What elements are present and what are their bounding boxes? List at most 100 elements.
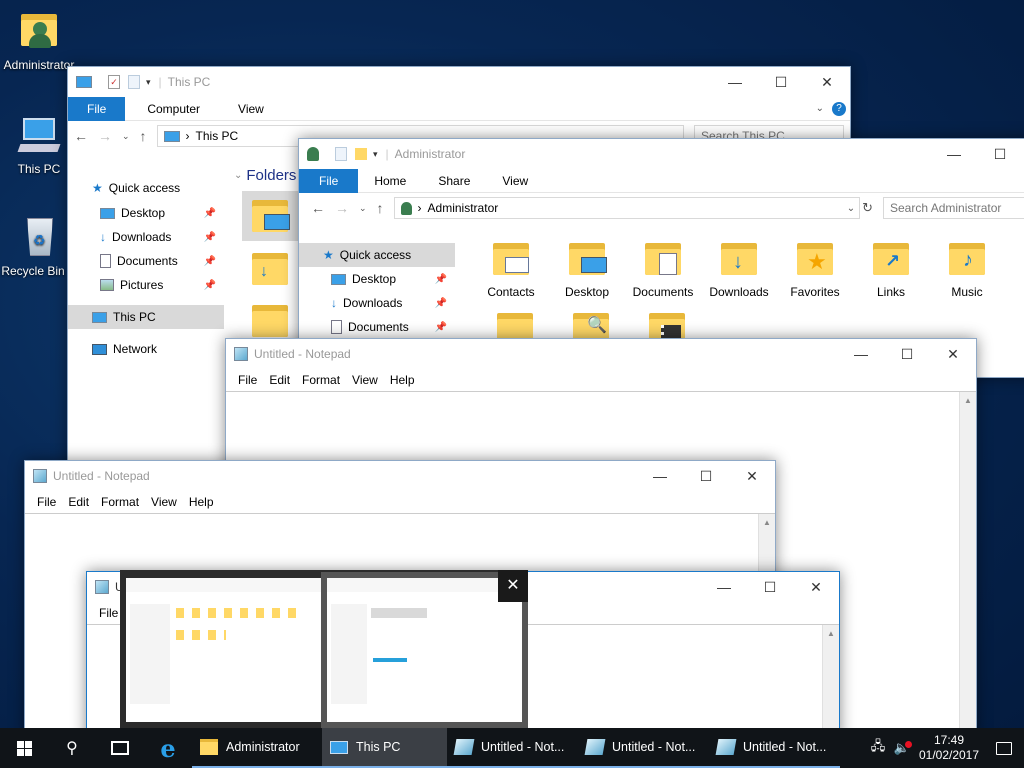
- section-header[interactable]: ⌄ Folders: [234, 167, 296, 184]
- search-input[interactable]: Search Administrator: [883, 197, 1024, 219]
- menu-edit[interactable]: Edit: [263, 373, 296, 387]
- taskbar-app-notepad-3[interactable]: Untitled - Not...: [709, 728, 840, 768]
- new-folder-icon[interactable]: [128, 75, 140, 89]
- back-icon[interactable]: ←: [74, 128, 88, 144]
- menu-format[interactable]: Format: [95, 495, 145, 509]
- maximize-button[interactable]: ☐: [747, 572, 793, 602]
- action-center-button[interactable]: [984, 728, 1024, 768]
- folder-item-contacts[interactable]: Contacts: [473, 239, 549, 299]
- scroll-up-icon[interactable]: ▲: [960, 392, 976, 409]
- pin-icon[interactable]: 📌: [204, 256, 216, 267]
- close-button[interactable]: ✕: [729, 461, 775, 491]
- up-icon[interactable]: ↑: [140, 128, 147, 144]
- taskbar-app-this-pc[interactable]: This PC: [322, 728, 447, 768]
- network-icon[interactable]: 🖧: [866, 737, 890, 759]
- address-bar[interactable]: › Administrator ⌄: [393, 197, 861, 219]
- nav-item-desktop[interactable]: Desktop 📌: [68, 201, 224, 225]
- folder-tile-pictures[interactable]: [250, 301, 290, 341]
- maximize-button[interactable]: ☐: [683, 461, 729, 491]
- chevron-down-icon[interactable]: ⌄: [816, 103, 824, 114]
- task-view-button[interactable]: [96, 728, 144, 768]
- vertical-scrollbar[interactable]: ▲: [959, 392, 976, 737]
- folder-item-documents[interactable]: Documents: [625, 239, 701, 299]
- menu-view[interactable]: View: [145, 495, 183, 509]
- start-button[interactable]: [0, 728, 48, 768]
- nav-item-downloads[interactable]: ↓ Downloads 📌: [68, 225, 224, 249]
- menu-file[interactable]: File: [31, 495, 62, 509]
- title-bar[interactable]: Untitled - Notepad — ☐ ✕: [226, 339, 976, 369]
- nav-item-documents[interactable]: Documents 📌: [299, 315, 455, 339]
- chevron-down-icon[interactable]: ▾: [373, 149, 378, 160]
- search-button[interactable]: ⚲: [48, 728, 96, 768]
- back-icon[interactable]: ←: [311, 200, 325, 216]
- close-button[interactable]: ✕: [804, 67, 850, 97]
- properties-icon[interactable]: [335, 147, 347, 161]
- pin-icon[interactable]: 📌: [204, 280, 216, 291]
- pin-icon[interactable]: 📌: [435, 298, 447, 309]
- menu-file[interactable]: File: [232, 373, 263, 387]
- breadcrumb[interactable]: Administrator: [428, 201, 499, 215]
- chevron-down-icon[interactable]: ▾: [146, 77, 151, 88]
- tab-view[interactable]: View: [222, 97, 280, 121]
- nav-item-this-pc[interactable]: This PC: [68, 305, 224, 329]
- volume-muted-icon[interactable]: 🔈: [890, 740, 914, 756]
- new-folder-icon[interactable]: [355, 148, 367, 160]
- folder-item-favorites[interactable]: ★ Favorites: [777, 239, 853, 299]
- menu-view[interactable]: View: [346, 373, 384, 387]
- taskbar-app-notepad-2[interactable]: Untitled - Not...: [578, 728, 709, 768]
- pin-icon[interactable]: 📌: [204, 208, 216, 219]
- minimize-button[interactable]: —: [931, 139, 977, 169]
- chevron-down-icon[interactable]: ⌄: [847, 203, 855, 214]
- minimize-button[interactable]: —: [838, 339, 884, 369]
- tab-view[interactable]: View: [486, 169, 544, 193]
- forward-icon[interactable]: →: [98, 128, 112, 144]
- menu-format[interactable]: Format: [296, 373, 346, 387]
- chevron-down-icon[interactable]: ⌄: [359, 203, 367, 214]
- nav-item-downloads[interactable]: ↓ Downloads 📌: [299, 291, 455, 315]
- title-bar[interactable]: ✓ ▾ | This PC — ☐ ✕: [68, 67, 850, 97]
- menu-edit[interactable]: Edit: [62, 495, 95, 509]
- pin-icon[interactable]: 📌: [435, 274, 447, 285]
- tab-file[interactable]: File: [299, 168, 359, 193]
- desktop-icon-administrator[interactable]: Administrator: [0, 10, 78, 72]
- clock[interactable]: 17:49 01/02/2017: [914, 733, 984, 763]
- thumbnail-this-pc[interactable]: [321, 572, 528, 728]
- minimize-button[interactable]: —: [712, 67, 758, 97]
- tab-home[interactable]: Home: [358, 169, 422, 193]
- up-icon[interactable]: ↑: [377, 200, 384, 216]
- thumbnail-close-button[interactable]: ✕: [498, 570, 528, 602]
- internet-explorer-button[interactable]: e: [144, 728, 192, 768]
- pin-icon[interactable]: 📌: [204, 232, 216, 243]
- tab-file[interactable]: File: [68, 96, 126, 121]
- menu-help[interactable]: Help: [183, 495, 220, 509]
- minimize-button[interactable]: —: [701, 572, 747, 602]
- close-button[interactable]: ✕: [930, 339, 976, 369]
- folder-item-desktop[interactable]: Desktop: [549, 239, 625, 299]
- nav-item-desktop[interactable]: Desktop 📌: [299, 267, 455, 291]
- maximize-button[interactable]: ☐: [977, 139, 1023, 169]
- scroll-up-icon[interactable]: ▲: [759, 514, 775, 531]
- title-bar[interactable]: ▾ | Administrator — ☐: [299, 139, 1024, 169]
- forward-icon[interactable]: →: [335, 200, 349, 216]
- folder-tile-downloads[interactable]: ↓: [250, 249, 290, 289]
- breadcrumb[interactable]: This PC: [196, 129, 239, 143]
- nav-item-documents[interactable]: Documents 📌: [68, 249, 224, 273]
- nav-item-pictures[interactable]: Pictures 📌: [68, 273, 224, 297]
- refresh-icon[interactable]: ↻: [862, 200, 873, 216]
- pin-icon[interactable]: 📌: [435, 322, 447, 333]
- properties-icon[interactable]: ✓: [108, 75, 120, 89]
- tab-share[interactable]: Share: [422, 169, 486, 193]
- vertical-scrollbar[interactable]: ▲: [822, 625, 839, 740]
- taskbar-app-notepad-1[interactable]: Untitled - Not...: [447, 728, 578, 768]
- title-bar[interactable]: Untitled - Notepad — ☐ ✕: [25, 461, 775, 491]
- thumbnail-administrator[interactable]: [126, 578, 321, 722]
- nav-item-quick-access[interactable]: ★ Quick access: [299, 243, 455, 267]
- folder-item-downloads[interactable]: ↓ Downloads: [701, 239, 777, 299]
- maximize-button[interactable]: ☐: [884, 339, 930, 369]
- nav-item-quick-access[interactable]: ★ Quick access: [68, 175, 224, 201]
- folder-item-links[interactable]: ↗ Links: [853, 239, 929, 299]
- taskbar-app-administrator[interactable]: Administrator: [192, 728, 322, 768]
- maximize-button[interactable]: ☐: [758, 67, 804, 97]
- scroll-up-icon[interactable]: ▲: [823, 625, 839, 642]
- folder-item-music[interactable]: ♪ Music: [929, 239, 1005, 299]
